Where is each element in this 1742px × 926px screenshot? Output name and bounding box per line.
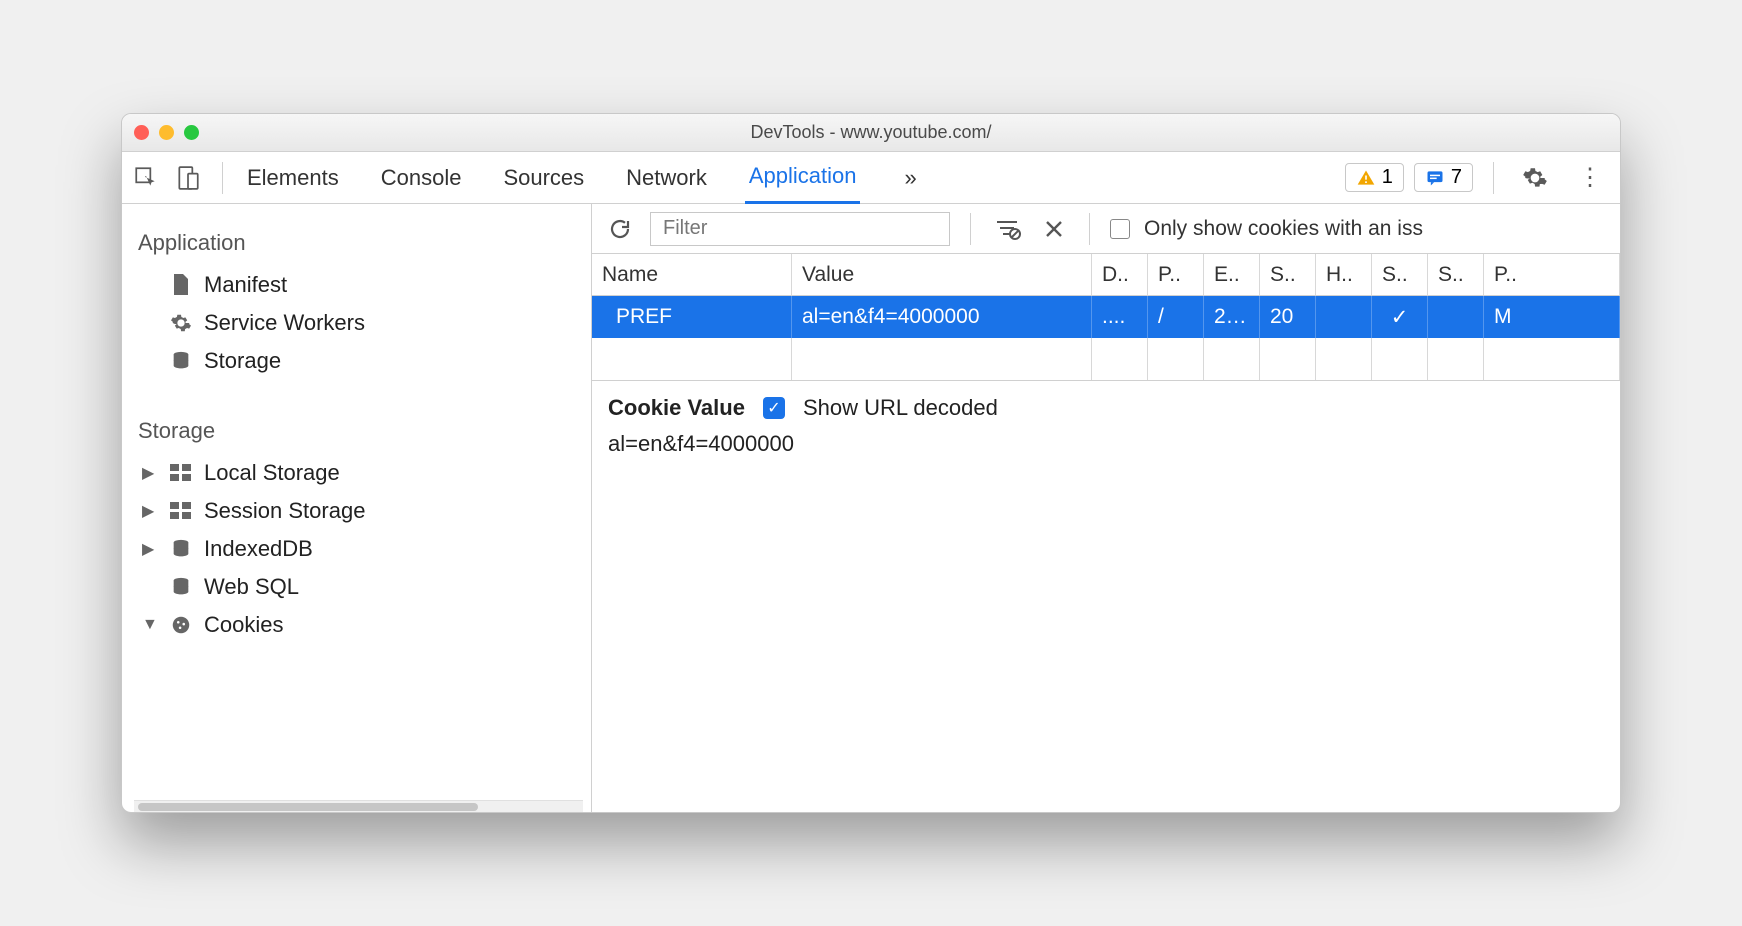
cookies-table: Name Value D.. P.. E.. S.. H.. S.. S.. P… [592,254,1620,381]
sidebar-scrollbar[interactable] [134,800,583,812]
only-issues-label: Only show cookies with an iss [1144,217,1423,241]
col-httponly[interactable]: H.. [1316,254,1372,296]
sidebar-item-label: Local Storage [204,460,340,486]
col-samesite[interactable]: S.. [1428,254,1484,296]
sidebar-item-label: Storage [204,348,281,374]
tab-network[interactable]: Network [622,153,711,203]
titlebar: DevTools - www.youtube.com/ [122,114,1620,152]
warning-icon [1356,168,1376,188]
sidebar-item-session-storage[interactable]: ▶ Session Storage [134,492,583,530]
col-domain[interactable]: D.. [1092,254,1148,296]
cell-samesite [1428,296,1484,338]
tab-console[interactable]: Console [377,153,466,203]
cell-secure: ✓ [1372,296,1428,338]
clear-all-button[interactable] [991,218,1025,240]
sidebar-item-label: IndexedDB [204,536,313,562]
col-path[interactable]: P.. [1148,254,1204,296]
expand-icon[interactable]: ▶ [142,463,158,483]
table-row[interactable]: PREF al=en&f4=4000000 .... / 2… 20 ✓ M [592,296,1620,338]
sidebar-item-label: Service Workers [204,310,365,336]
cookie-value-heading: Cookie Value [608,395,745,421]
col-expires[interactable]: E.. [1204,254,1260,296]
warnings-badge[interactable]: 1 [1345,163,1404,192]
inspect-element-icon[interactable] [132,164,160,192]
window-title: DevTools - www.youtube.com/ [122,122,1620,143]
only-issues-checkbox[interactable] [1110,219,1130,239]
more-menu-button[interactable]: ⋮ [1570,163,1610,192]
sidebar-item-cookies[interactable]: ▼ Cookies [134,606,583,644]
toolbar-divider [1493,162,1494,194]
cell-httponly [1316,296,1372,338]
cell-domain: .... [1092,296,1148,338]
cookie-detail: Cookie Value ✓ Show URL decoded al=en&f4… [592,381,1620,471]
sidebar-item-service-workers[interactable]: Service Workers [134,304,583,342]
sidebar-section-application: Application [134,218,583,266]
warnings-count: 1 [1382,166,1393,189]
cookie-icon [168,612,194,638]
scrollbar-thumb[interactable] [138,803,478,811]
toolbar-divider [970,213,971,245]
toolbar-divider [222,162,223,194]
cell-path: / [1148,296,1204,338]
delete-button[interactable] [1039,218,1069,240]
gear-icon [168,310,194,336]
sidebar-item-storage[interactable]: Storage [134,342,583,380]
sidebar-item-local-storage[interactable]: ▶ Local Storage [134,454,583,492]
cookie-detail-header: Cookie Value ✓ Show URL decoded [608,395,1604,421]
expand-icon[interactable]: ▶ [142,501,158,521]
application-sidebar: Application Manifest Service Workers Sto… [122,204,592,812]
filter-input[interactable] [650,212,950,246]
devtools-window: DevTools - www.youtube.com/ Elements Con… [121,113,1621,813]
cell-name: PREF [592,296,792,338]
main-toolbar: Elements Console Sources Network Applica… [122,152,1620,204]
expand-icon[interactable]: ▶ [142,539,158,559]
database-icon [168,536,194,562]
tab-application[interactable]: Application [745,151,861,204]
col-priority[interactable]: P.. [1484,254,1620,296]
database-icon [168,574,194,600]
sidebar-item-label: Cookies [204,612,283,638]
messages-badge[interactable]: 7 [1414,163,1473,192]
sidebar-item-label: Manifest [204,272,287,298]
tab-elements[interactable]: Elements [243,153,343,203]
collapse-icon[interactable]: ▼ [142,616,158,634]
table-row-empty [592,338,1620,380]
sidebar-item-manifest[interactable]: Manifest [134,266,583,304]
toolbar-divider [1089,213,1090,245]
table-header-row: Name Value D.. P.. E.. S.. H.. S.. S.. P… [592,254,1620,296]
file-icon [168,272,194,298]
sidebar-item-label: Session Storage [204,498,365,524]
main-content: Only show cookies with an iss Name Value… [592,204,1620,812]
grid-icon [168,460,194,486]
tabs-overflow-button[interactable]: » [894,165,926,191]
cell-expires: 2… [1204,296,1260,338]
cell-size: 20 [1260,296,1316,338]
refresh-button[interactable] [604,217,636,241]
col-secure[interactable]: S.. [1372,254,1428,296]
tab-sources[interactable]: Sources [499,153,588,203]
messages-count: 7 [1451,166,1462,189]
panel-body: Application Manifest Service Workers Sto… [122,204,1620,812]
cookie-value-text: al=en&f4=4000000 [608,431,1604,457]
sidebar-item-label: Web SQL [204,574,299,600]
device-toggle-icon[interactable] [174,164,202,192]
sidebar-item-websql[interactable]: Web SQL [134,568,583,606]
col-value[interactable]: Value [792,254,1092,296]
grid-icon [168,498,194,524]
sidebar-section-storage: Storage [134,406,583,454]
url-decoded-checkbox[interactable]: ✓ [763,397,785,419]
col-size[interactable]: S.. [1260,254,1316,296]
message-icon [1425,168,1445,188]
sidebar-item-indexeddb[interactable]: ▶ IndexedDB [134,530,583,568]
settings-button[interactable] [1514,165,1556,191]
cell-value: al=en&f4=4000000 [792,296,1092,338]
database-icon [168,348,194,374]
cookies-toolbar: Only show cookies with an iss [592,204,1620,254]
col-name[interactable]: Name [592,254,792,296]
url-decoded-label: Show URL decoded [803,395,998,421]
panel-tabs: Elements Console Sources Network Applica… [243,151,1331,204]
issue-badges: 1 7 [1345,163,1473,192]
cell-priority: M [1484,296,1620,338]
